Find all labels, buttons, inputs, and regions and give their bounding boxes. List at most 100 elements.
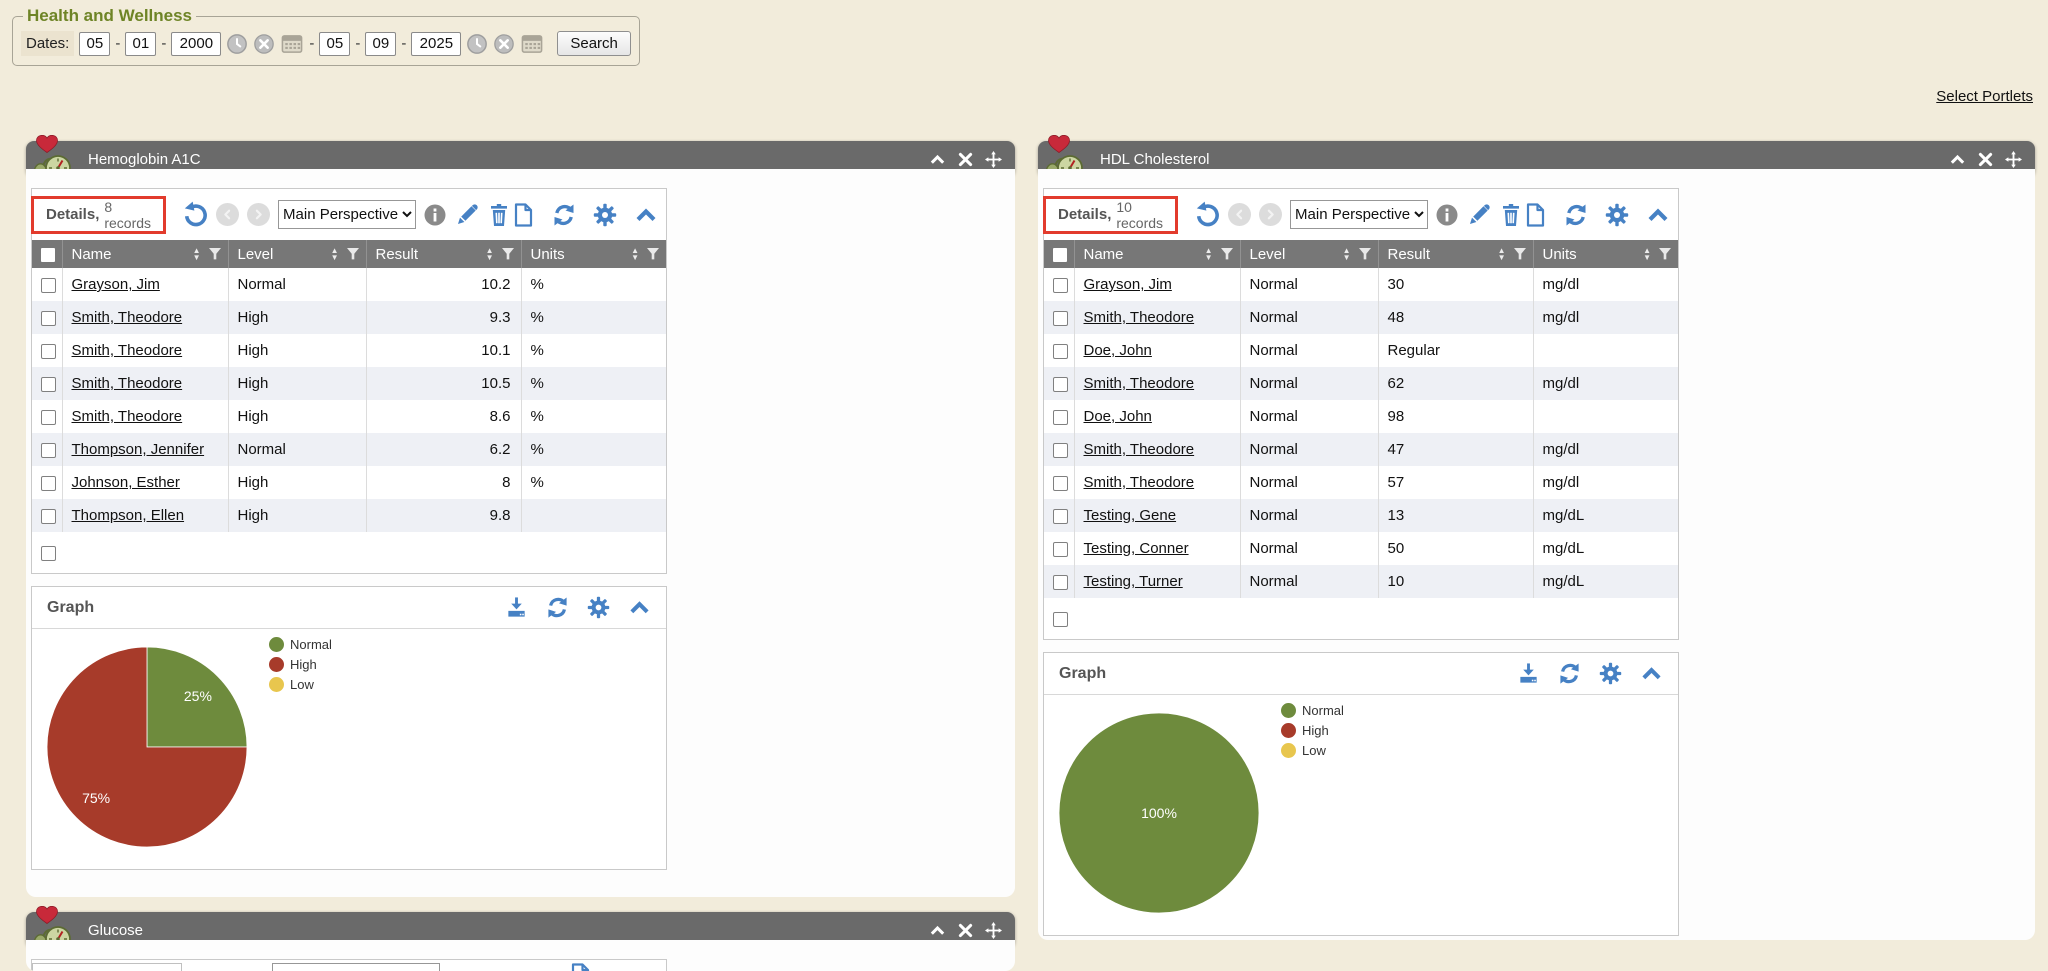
next-button[interactable] [1259, 203, 1282, 226]
undo-icon[interactable] [182, 201, 209, 228]
clock-icon[interactable] [226, 33, 248, 55]
row-checkbox[interactable] [1053, 377, 1068, 392]
perspective-select[interactable] [272, 963, 440, 971]
settings-gear-icon[interactable] [1599, 662, 1622, 685]
new-document-icon[interactable] [1523, 203, 1547, 227]
row-checkbox[interactable] [1053, 344, 1068, 359]
patient-name-link[interactable]: Thompson, Jennifer [72, 441, 205, 458]
settings-gear-icon[interactable] [587, 596, 610, 619]
patient-name-link[interactable]: Smith, Theodore [72, 408, 183, 425]
filter-funnel-icon[interactable] [1220, 247, 1234, 261]
patient-name-link[interactable]: Grayson, Jim [1084, 276, 1172, 293]
column-header-result[interactable]: Result▲▼ [366, 240, 521, 268]
select-portlets-link[interactable]: Select Portlets [1936, 88, 2033, 105]
sort-icon[interactable]: ▲▼ [1498, 247, 1506, 261]
edit-pencil-icon[interactable] [1467, 203, 1491, 227]
row-checkbox[interactable] [41, 344, 56, 359]
edit-pencil-icon[interactable] [455, 203, 479, 227]
refresh-icon[interactable] [546, 596, 569, 619]
row-checkbox[interactable] [1053, 443, 1068, 458]
settings-gear-icon[interactable] [593, 203, 617, 227]
from-month-input[interactable] [79, 32, 110, 56]
collapse-icon[interactable] [929, 922, 946, 939]
delete-trash-icon[interactable] [1499, 203, 1523, 227]
info-icon[interactable] [1435, 203, 1459, 227]
patient-name-link[interactable]: Grayson, Jim [72, 276, 160, 293]
to-year-input[interactable] [411, 32, 461, 56]
collapse-chevron-icon[interactable] [634, 203, 658, 227]
filter-funnel-icon[interactable] [346, 247, 360, 261]
next-button[interactable] [247, 203, 270, 226]
refresh-icon[interactable] [552, 203, 576, 227]
filter-funnel-icon[interactable] [501, 247, 515, 261]
patient-name-link[interactable]: Smith, Theodore [1084, 309, 1195, 326]
row-checkbox[interactable] [1053, 476, 1068, 491]
patient-name-link[interactable]: Doe, John [1084, 342, 1152, 359]
collapse-chevron-icon[interactable] [1646, 203, 1670, 227]
filter-funnel-icon[interactable] [1358, 247, 1372, 261]
row-checkbox[interactable] [1053, 410, 1068, 425]
previous-button[interactable] [216, 203, 239, 226]
clock-icon[interactable] [466, 33, 488, 55]
close-icon[interactable] [957, 151, 974, 168]
sort-icon[interactable]: ▲▼ [486, 247, 494, 261]
row-checkbox[interactable] [1053, 542, 1068, 557]
refresh-icon[interactable] [1558, 662, 1581, 685]
sort-icon[interactable]: ▲▼ [193, 247, 201, 261]
patient-name-link[interactable]: Testing, Gene [1084, 507, 1177, 524]
patient-name-link[interactable]: Smith, Theodore [1084, 474, 1195, 491]
filter-funnel-icon[interactable] [1513, 247, 1527, 261]
to-day-input[interactable] [365, 32, 396, 56]
clear-icon[interactable] [493, 33, 515, 55]
patient-name-link[interactable]: Testing, Conner [1084, 540, 1189, 557]
column-header-name[interactable]: Name▲▼ [1074, 240, 1240, 268]
info-icon[interactable] [423, 203, 447, 227]
download-icon[interactable] [505, 596, 528, 619]
previous-button[interactable] [1228, 203, 1251, 226]
row-checkbox[interactable] [41, 278, 56, 293]
row-checkbox[interactable] [41, 377, 56, 392]
column-header-name[interactable]: Name▲▼ [62, 240, 228, 268]
from-year-input[interactable] [171, 32, 221, 56]
patient-name-link[interactable]: Doe, John [1084, 408, 1152, 425]
select-all-checkbox[interactable] [1053, 248, 1067, 262]
row-checkbox[interactable] [41, 311, 56, 326]
collapse-chevron-icon[interactable] [1640, 662, 1663, 685]
perspective-select[interactable]: Main Perspective [278, 200, 416, 229]
row-checkbox[interactable] [41, 546, 56, 561]
patient-name-link[interactable]: Smith, Theodore [1084, 375, 1195, 392]
new-document-icon[interactable] [568, 963, 592, 971]
column-header-level[interactable]: Level▲▼ [228, 240, 366, 268]
move-icon[interactable] [985, 922, 1002, 939]
undo-icon[interactable] [1194, 201, 1221, 228]
clear-icon[interactable] [253, 33, 275, 55]
calendar-icon[interactable] [520, 32, 544, 55]
row-checkbox[interactable] [1053, 575, 1068, 590]
patient-name-link[interactable]: Smith, Theodore [1084, 441, 1195, 458]
filter-funnel-icon[interactable] [646, 247, 660, 261]
column-header-level[interactable]: Level▲▼ [1240, 240, 1378, 268]
move-icon[interactable] [985, 151, 1002, 168]
column-header-result[interactable]: Result▲▼ [1378, 240, 1533, 268]
sort-icon[interactable]: ▲▼ [331, 247, 339, 261]
calendar-icon[interactable] [280, 32, 304, 55]
row-checkbox[interactable] [1053, 612, 1068, 627]
row-checkbox[interactable] [41, 410, 56, 425]
move-icon[interactable] [2005, 151, 2022, 168]
sort-icon[interactable]: ▲▼ [1643, 247, 1651, 261]
delete-trash-icon[interactable] [487, 203, 511, 227]
row-checkbox[interactable] [1053, 311, 1068, 326]
column-header-units[interactable]: Units▲▼ [1533, 240, 1678, 268]
download-icon[interactable] [1517, 662, 1540, 685]
patient-name-link[interactable]: Smith, Theodore [72, 342, 183, 359]
collapse-icon[interactable] [929, 151, 946, 168]
collapse-chevron-icon[interactable] [628, 596, 651, 619]
sort-icon[interactable]: ▲▼ [631, 247, 639, 261]
to-month-input[interactable] [319, 32, 350, 56]
row-checkbox[interactable] [41, 509, 56, 524]
close-icon[interactable] [1977, 151, 1994, 168]
collapse-icon[interactable] [1949, 151, 1966, 168]
search-button[interactable]: Search [557, 31, 631, 56]
patient-name-link[interactable]: Johnson, Esther [72, 474, 180, 491]
patient-name-link[interactable]: Thompson, Ellen [72, 507, 185, 524]
